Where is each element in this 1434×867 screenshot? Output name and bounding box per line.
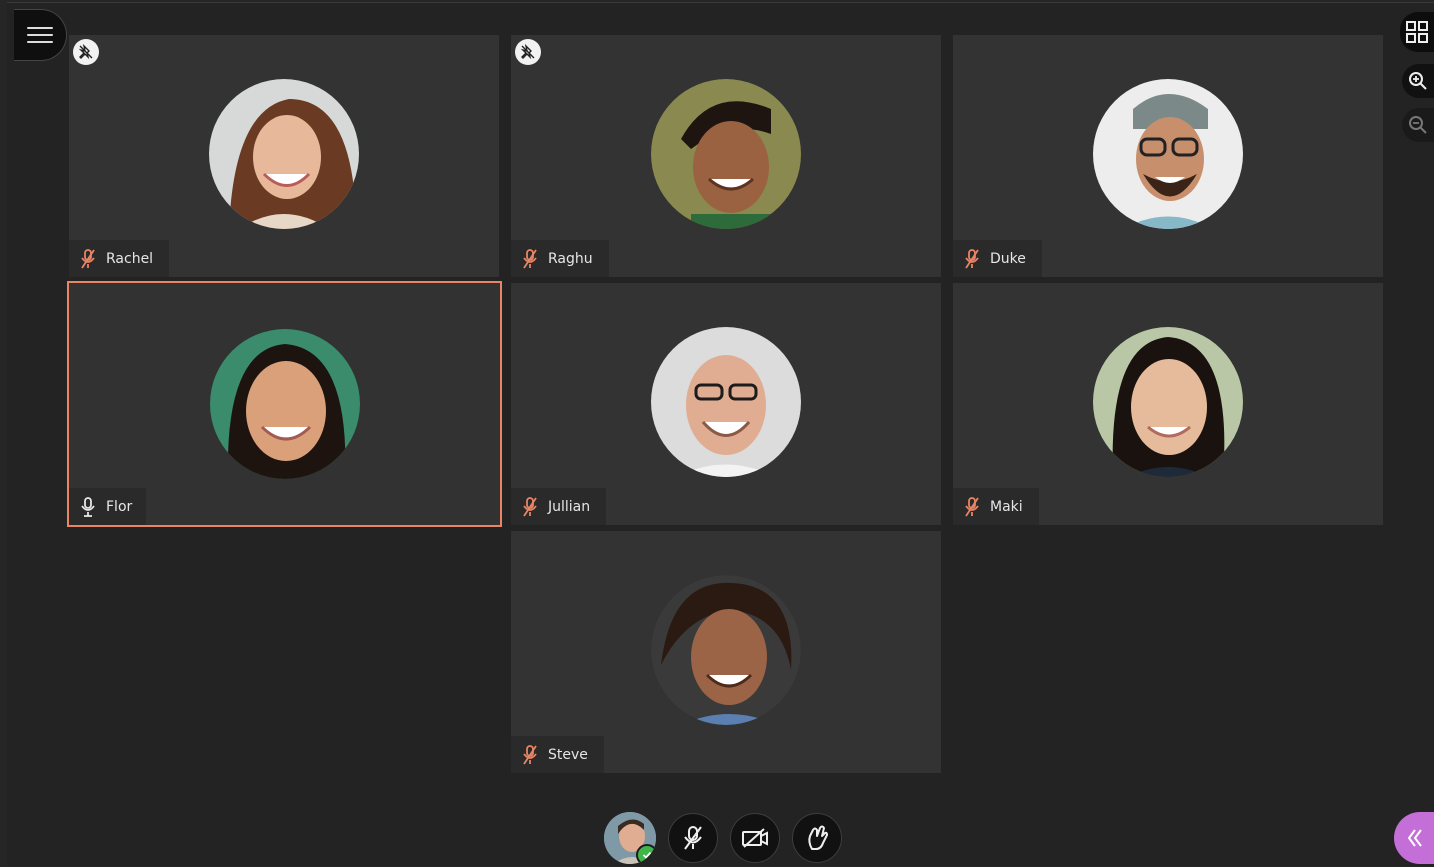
camera-toggle-button[interactable]	[730, 813, 780, 863]
microphone-muted-icon	[684, 826, 702, 850]
camera-off-icon	[742, 828, 768, 848]
zoom-in-button[interactable]	[1402, 64, 1434, 98]
zoom-out-button[interactable]	[1402, 108, 1434, 142]
my-status-button[interactable]	[604, 812, 656, 864]
session-stage: Rachel Raghu Duke Flor Jullian Maki Stev…	[7, 2, 1434, 866]
hamburger-icon	[27, 22, 53, 48]
microphone-muted-icon	[523, 248, 537, 268]
zoom-out-icon	[1409, 116, 1427, 134]
participant-tile-rachel[interactable]: Rachel	[69, 35, 499, 277]
microphone-muted-icon	[523, 496, 537, 516]
raise-hand-button[interactable]	[792, 813, 842, 863]
avatar	[209, 79, 359, 229]
participant-name: Duke	[990, 250, 1026, 267]
participant-tile-steve[interactable]: Steve	[511, 531, 941, 773]
participant-name: Maki	[990, 498, 1023, 515]
menu-button[interactable]	[14, 9, 67, 61]
session-controls	[604, 812, 842, 864]
right-rail	[1394, 0, 1434, 867]
avatar	[651, 327, 801, 477]
avatar	[651, 79, 801, 229]
pin-icon[interactable]	[73, 39, 99, 65]
name-tag: Duke	[953, 240, 1042, 277]
microphone-muted-icon	[81, 248, 95, 268]
microphone-icon	[81, 496, 95, 517]
name-tag: Raghu	[511, 240, 609, 277]
microphone-muted-icon	[523, 744, 537, 764]
participant-name: Raghu	[548, 250, 593, 267]
avatar	[651, 575, 801, 725]
participant-name: Jullian	[548, 498, 591, 515]
participant-tile-maki[interactable]: Maki	[953, 283, 1383, 525]
pin-icon[interactable]	[515, 39, 541, 65]
zoom-in-icon	[1409, 72, 1427, 90]
raise-hand-icon	[808, 825, 828, 850]
participant-tile-raghu[interactable]: Raghu	[511, 35, 941, 277]
name-tag: Jullian	[511, 488, 607, 525]
participant-name: Steve	[548, 746, 588, 763]
microphone-toggle-button[interactable]	[668, 813, 718, 863]
name-tag: Rachel	[69, 240, 170, 277]
grid-view-icon	[1406, 21, 1428, 43]
participant-name: Flor	[106, 498, 133, 515]
participant-tile-jullian[interactable]: Jullian	[511, 283, 941, 525]
name-tag: Flor	[69, 488, 147, 525]
name-tag: Maki	[953, 488, 1039, 525]
participant-name: Rachel	[106, 250, 154, 267]
chevron-double-left-icon	[1407, 829, 1422, 847]
avatar	[209, 329, 360, 479]
microphone-muted-icon	[965, 496, 979, 516]
microphone-muted-icon	[965, 248, 979, 268]
participant-tile-duke[interactable]: Duke	[953, 35, 1383, 277]
grid-view-button[interactable]	[1400, 12, 1434, 52]
name-tag: Steve	[511, 736, 604, 773]
avatar	[1093, 79, 1243, 229]
avatar	[1093, 327, 1243, 477]
participant-tile-flor[interactable]: Flor	[67, 281, 502, 527]
check-icon	[636, 844, 656, 864]
